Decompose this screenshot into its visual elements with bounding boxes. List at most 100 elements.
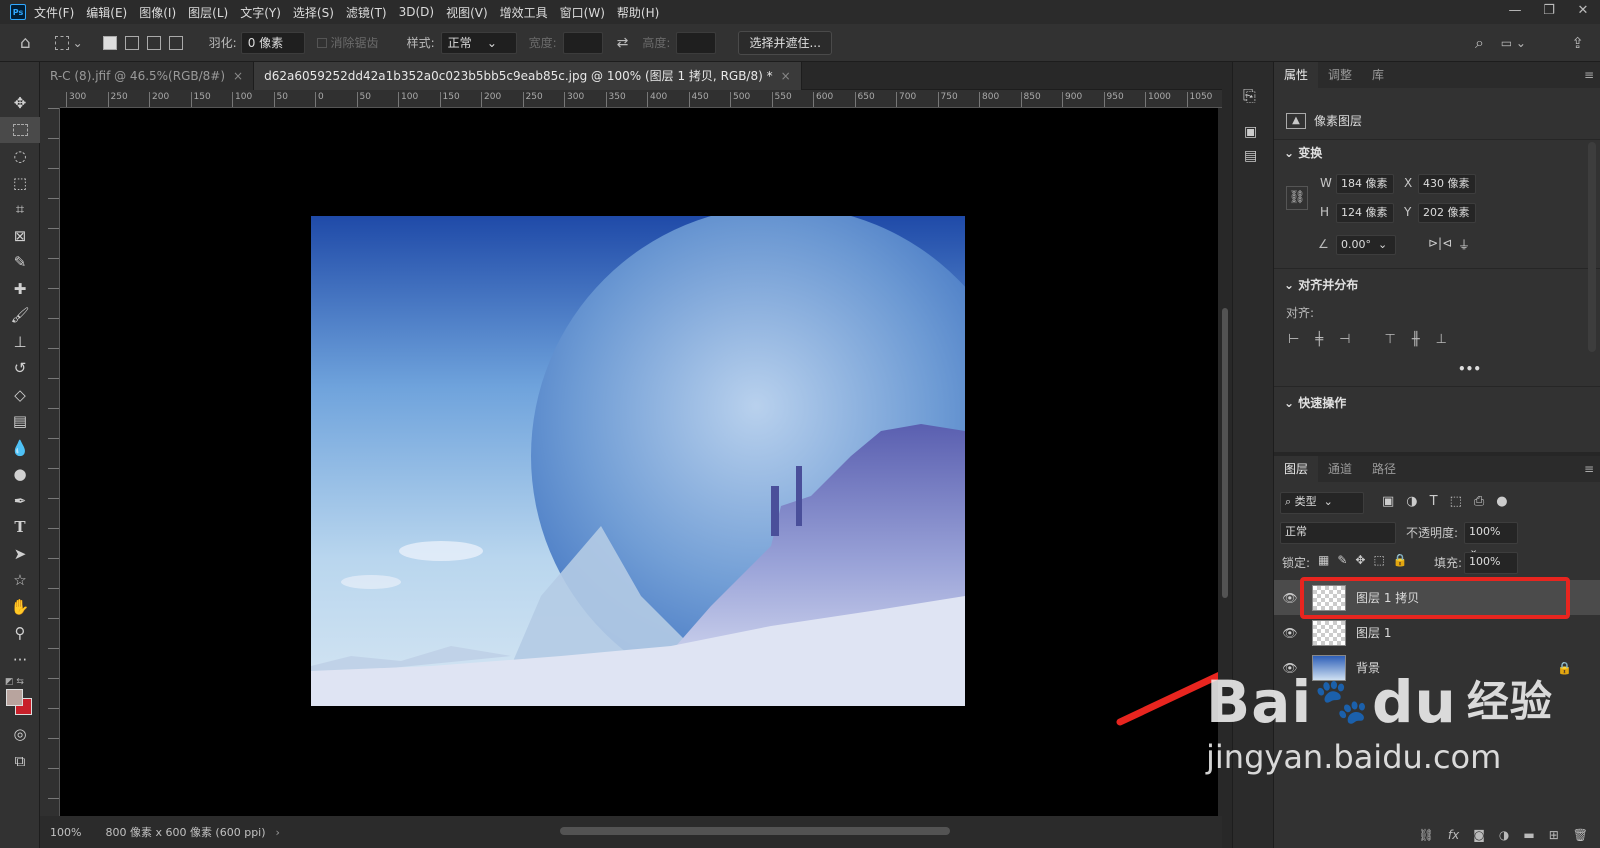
tab-adjustments[interactable]: 调整 <box>1318 62 1362 88</box>
frame-tool-icon[interactable]: ⊠ <box>0 223 40 250</box>
workspace-icon[interactable]: ▭ ⌄ <box>1501 36 1526 50</box>
stamp-tool-icon[interactable]: ⊥ <box>0 329 40 356</box>
menu-3d[interactable]: 3D(D) <box>399 5 434 19</box>
path-select-tool-icon[interactable]: ➤ <box>0 541 40 568</box>
style-select[interactable]: 正常 ⌄ <box>440 31 517 54</box>
menu-file[interactable]: 文件(F) <box>34 4 74 21</box>
w-input[interactable]: 184 像素 <box>1336 174 1394 194</box>
menu-plugins[interactable]: 增效工具 <box>500 4 548 21</box>
opacity-input[interactable]: 100% ⌄ <box>1464 522 1518 556</box>
tab-close-icon[interactable]: × <box>233 69 243 83</box>
eraser-tool-icon[interactable]: ◇ <box>0 382 40 409</box>
filter-toggle-icon[interactable]: ● <box>1496 494 1507 509</box>
brush-tool-icon[interactable]: 🖌 <box>0 302 40 329</box>
object-select-tool-icon[interactable]: ⬚ <box>0 170 40 197</box>
antialias-checkbox[interactable]: 消除锯齿 <box>316 34 379 51</box>
panel-menu-icon[interactable]: ≡ <box>1584 68 1594 82</box>
restore-icon[interactable]: ❐ <box>1532 0 1566 24</box>
link-icon[interactable]: ⛓ <box>1286 186 1308 210</box>
swap-icon[interactable]: ⇄ <box>617 35 629 51</box>
foreground-color-swatch[interactable] <box>6 689 23 706</box>
status-arrow-icon[interactable]: › <box>276 826 280 839</box>
width-input[interactable] <box>562 31 603 54</box>
filter-shape-icon[interactable]: ⬚ <box>1450 494 1462 509</box>
layers-menu-icon[interactable]: ≡ <box>1584 462 1594 476</box>
menu-type[interactable]: 文字(Y) <box>240 4 281 21</box>
more-tools-icon[interactable]: ··· <box>0 647 40 674</box>
dodge-tool-icon[interactable]: ● <box>0 461 40 488</box>
screen-mode-icon[interactable]: ⧉ <box>0 748 40 775</box>
lock-transparency-icon[interactable]: ▦ <box>1318 553 1329 567</box>
tab-layers[interactable]: 图层 <box>1274 456 1319 482</box>
pen-tool-icon[interactable]: ✒ <box>0 488 40 515</box>
align-section-title[interactable]: ⌄ 对齐并分布 <box>1284 276 1358 293</box>
default-colors-icon[interactable]: ◩ ⇆ <box>5 677 24 687</box>
type-tool-icon[interactable]: T <box>0 514 40 541</box>
healing-tool-icon[interactable]: ✚ <box>0 276 40 303</box>
gradient-tool-icon[interactable]: ▤ <box>0 408 40 435</box>
link-layers-icon[interactable]: ⛓ <box>1419 828 1434 842</box>
add-mask-icon[interactable]: ◙ <box>1473 828 1485 842</box>
menu-window[interactable]: 窗口(W) <box>560 4 605 21</box>
fill-input[interactable]: 100% ⌄ <box>1464 552 1518 586</box>
history-brush-icon[interactable]: ↺ <box>0 355 40 382</box>
angle-input[interactable]: 0.00° ⌄ <box>1336 235 1396 255</box>
layer-row[interactable]: 👁 图层 1 <box>1274 615 1600 650</box>
h-input[interactable]: 124 像素 <box>1336 203 1394 223</box>
intersect-selection-icon[interactable] <box>168 35 183 50</box>
filter-adjustment-icon[interactable]: ◑ <box>1406 494 1417 509</box>
notes-panel-icon[interactable]: ▤ <box>1244 148 1273 164</box>
zoom-tool-icon[interactable]: ⚲ <box>0 620 40 647</box>
adjustment-layer-icon[interactable]: ◑ <box>1499 828 1509 842</box>
quick-actions-title[interactable]: ⌄ 快速操作 <box>1284 394 1346 411</box>
more-options-icon[interactable]: ••• <box>1458 362 1481 376</box>
filter-pixel-icon[interactable]: ▣ <box>1382 494 1394 509</box>
lock-position-icon[interactable]: ✥ <box>1355 553 1365 567</box>
flip-vertical-icon[interactable]: ⏚ <box>1458 236 1470 253</box>
filter-smart-icon[interactable]: ⎙ <box>1474 494 1484 509</box>
properties-scrollbar[interactable] <box>1588 142 1596 352</box>
tab-document-2[interactable]: d62a6059252dd42a1b352a0c023b5bb5c9eab85c… <box>254 62 802 90</box>
lock-all-icon[interactable]: 🔒 <box>1393 553 1408 567</box>
visibility-eye-icon[interactable]: 👁 <box>1278 626 1302 640</box>
add-selection-icon[interactable] <box>124 35 139 50</box>
tab-close-icon[interactable]: × <box>781 69 791 83</box>
subtract-selection-icon[interactable] <box>146 35 161 50</box>
align-bottom-icon[interactable]: ⊥ <box>1436 332 1447 347</box>
y-input[interactable]: 202 像素 <box>1418 203 1476 223</box>
align-top-icon[interactable]: ⊤ <box>1384 332 1395 347</box>
quick-mask-icon[interactable]: ◎ <box>0 721 40 748</box>
blur-tool-icon[interactable]: 💧 <box>0 435 40 462</box>
align-vcenter-icon[interactable]: ╫ <box>1412 332 1420 347</box>
height-input[interactable] <box>676 31 717 54</box>
menu-layer[interactable]: 图层(L) <box>188 4 228 21</box>
minimize-icon[interactable]: — <box>1498 0 1532 24</box>
transform-section-title[interactable]: ⌄ 变换 <box>1284 144 1322 161</box>
filter-type-icon[interactable]: T <box>1430 494 1438 509</box>
align-hcenter-icon[interactable]: ╪ <box>1315 332 1323 347</box>
tab-properties[interactable]: 属性 <box>1274 62 1319 88</box>
stamp-panel-icon[interactable]: ⎘ <box>1243 86 1273 106</box>
layer-filter-select[interactable]: ⌕ 类型 ⌄ <box>1280 492 1364 514</box>
library-panel-icon[interactable]: ▣ <box>1244 124 1273 140</box>
vertical-ruler[interactable] <box>40 108 60 816</box>
move-tool-icon[interactable]: ✥ <box>0 90 40 117</box>
marquee-preset-icon[interactable]: ⌄ <box>54 35 83 50</box>
new-layer-icon[interactable]: ⊞ <box>1549 828 1559 842</box>
horizontal-ruler[interactable]: 300 250 200 150 100 50 0 50 100 150 200 250 300 350 40… <box>60 90 1222 108</box>
align-right-icon[interactable]: ⊣ <box>1339 332 1350 347</box>
menu-view[interactable]: 视图(V) <box>446 4 488 21</box>
shape-tool-icon[interactable]: ☆ <box>0 567 40 594</box>
close-icon[interactable]: ✕ <box>1566 0 1600 24</box>
new-selection-icon[interactable] <box>102 35 117 50</box>
crop-tool-icon[interactable]: ⌗ <box>0 196 40 223</box>
menu-filter[interactable]: 滤镜(T) <box>346 4 387 21</box>
zoom-level[interactable]: 100% <box>50 826 81 839</box>
new-group-icon[interactable]: ▬ <box>1523 828 1534 842</box>
delete-layer-icon[interactable]: 🗑 <box>1573 828 1588 842</box>
menu-help[interactable]: 帮助(H) <box>617 4 659 21</box>
lock-image-icon[interactable]: ✎ <box>1337 553 1347 567</box>
tab-paths[interactable]: 路径 <box>1362 456 1406 482</box>
align-left-icon[interactable]: ⊢ <box>1288 332 1299 347</box>
menu-edit[interactable]: 编辑(E) <box>86 4 127 21</box>
